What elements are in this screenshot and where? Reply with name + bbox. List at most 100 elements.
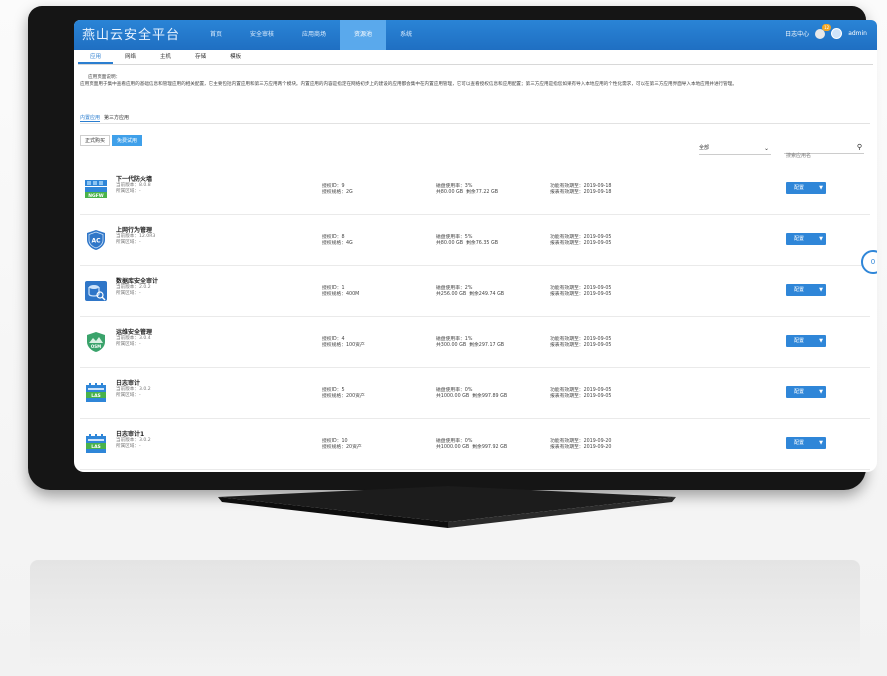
config-button[interactable]: 配置 ▼ bbox=[786, 335, 826, 347]
config-button[interactable]: 配置 ▼ bbox=[786, 182, 826, 194]
main-nav: 首页 安全审核 应用商场 资源池 系统 bbox=[196, 20, 426, 50]
disk-info: 磁盘使用率：2% 共256.00 GB 剩余249.74 GB bbox=[436, 286, 504, 298]
report-expire: 报表有效期至：2019-09-20 bbox=[550, 445, 612, 450]
caret-down-icon[interactable]: ▼ bbox=[819, 284, 823, 296]
disk-info: 磁盘使用率：5% 共80.00 GB 剩余76.35 GB bbox=[436, 235, 498, 247]
report-expire: 报表有效期至：2019-09-05 bbox=[550, 343, 612, 348]
nav-item-resource-pool[interactable]: 资源池 bbox=[340, 20, 387, 50]
search-input[interactable] bbox=[784, 150, 852, 162]
expiry-info: 功能有效期至：2019-09-18 报表有效期至：2019-09-18 bbox=[550, 184, 611, 196]
app-row-ac: AC 上网行为管理 当前版本：12.0R3 所属区域：- 授权ID：8 授权规格… bbox=[80, 215, 870, 266]
app-name: 上网行为管理 bbox=[116, 227, 153, 234]
nav-item-security-audit[interactable]: 安全审核 bbox=[236, 20, 288, 50]
nav-item-home[interactable]: 首页 bbox=[196, 20, 236, 50]
config-button[interactable]: 配置 ▼ bbox=[786, 284, 826, 296]
svg-text:AC: AC bbox=[91, 238, 101, 245]
config-button[interactable]: 配置 ▼ bbox=[786, 437, 826, 449]
app-meta: 当前版本：12.0R3 所属区域：- bbox=[116, 234, 155, 246]
app-zone: 所属区域：- bbox=[116, 444, 141, 449]
disk-left: 剩余997.89 GB bbox=[472, 394, 508, 399]
auth-spec: 授权规格：2G bbox=[322, 190, 353, 195]
app-meta: 当前版本：8.0.8 所属区域：- bbox=[116, 183, 151, 195]
expiry-info: 功能有效期至：2019-09-05 报表有效期至：2019-09-05 bbox=[550, 388, 611, 400]
app-name: 日志审计1 bbox=[116, 431, 145, 438]
database-audit-icon bbox=[85, 281, 107, 301]
caret-down-icon[interactable]: ▼ bbox=[819, 233, 823, 245]
disk-left: 剩余249.74 GB bbox=[469, 292, 505, 297]
category-tabs: 内置应用 第三方应用 bbox=[80, 114, 129, 122]
auth-spec: 授权规格：4G bbox=[322, 241, 353, 246]
auth-info: 授权ID：8 授权规格：4G bbox=[322, 235, 353, 247]
app-name: 下一代防火墙 bbox=[116, 176, 153, 183]
tab-network[interactable]: 网络 bbox=[113, 50, 148, 64]
app-meta: 当前版本：2.0.2 所属区域：- bbox=[116, 285, 151, 297]
caret-down-icon[interactable]: ▼ bbox=[819, 335, 823, 347]
disk-capacity: 共80.00 GB 剩余76.35 GB bbox=[436, 241, 498, 247]
filter-purchased-button[interactable]: 正式购买 bbox=[80, 135, 111, 146]
config-label: 配置 bbox=[794, 185, 805, 191]
caret-down-icon[interactable]: ▼ bbox=[819, 437, 823, 449]
license-filter: 正式购买 免费试用 bbox=[80, 135, 143, 146]
disk-capacity: 共300.00 GB 剩余297.17 GB bbox=[436, 343, 504, 349]
auth-info: 授权ID：4 授权规格：100资产 bbox=[322, 337, 365, 349]
report-expire: 报表有效期至：2019-09-18 bbox=[550, 190, 612, 195]
description-title: 应用页面说明： bbox=[88, 75, 121, 80]
chevron-down-icon: ⌄ bbox=[763, 145, 769, 152]
filter-trial-button[interactable]: 免费试用 bbox=[112, 135, 143, 146]
disk-left: 剩余997.92 GB bbox=[472, 445, 508, 450]
svg-text:NGFW: NGFW bbox=[88, 193, 104, 199]
disk-total: 共80.00 GB bbox=[436, 190, 464, 195]
disk-info: 磁盘使用率：1% 共300.00 GB 剩余297.17 GB bbox=[436, 337, 504, 349]
monitor-stand-neck bbox=[432, 488, 460, 502]
divider bbox=[80, 123, 870, 124]
app-zone: 所属区域：- bbox=[116, 393, 141, 398]
username[interactable]: admin bbox=[848, 30, 867, 37]
config-button[interactable]: 配置 ▼ bbox=[786, 233, 826, 245]
app-row-log-audit-1: LAS 日志审计1 当前版本：3.0.2 所属区域：- 授权ID：10 授权规格… bbox=[80, 419, 870, 470]
config-label: 配置 bbox=[794, 440, 805, 446]
tab-template[interactable]: 模板 bbox=[218, 50, 253, 64]
user-avatar-icon[interactable] bbox=[831, 28, 843, 39]
app-list: NGFW 下一代防火墙 当前版本：8.0.8 所属区域：- 授权ID：9 授权规… bbox=[80, 164, 870, 470]
app-meta: 当前版本：3.0.2 所属区域：- bbox=[116, 387, 151, 399]
header-right: 日志中心 12 admin bbox=[785, 23, 867, 39]
caret-down-icon[interactable]: ▼ bbox=[819, 182, 823, 194]
notification-badge: 12 bbox=[822, 23, 832, 31]
disk-total: 共1000.00 GB bbox=[436, 394, 470, 399]
config-button[interactable]: 配置 ▼ bbox=[786, 386, 826, 398]
caret-down-icon[interactable]: ▼ bbox=[819, 386, 823, 398]
app-zone: 所属区域：- bbox=[116, 189, 141, 194]
app-name: 数据库安全审计 bbox=[116, 278, 159, 285]
svg-text:LAS: LAS bbox=[91, 444, 101, 450]
auth-info: 授权ID：10 授权规格：20资产 bbox=[322, 439, 362, 451]
search-box: ⚲ bbox=[784, 142, 864, 162]
disk-capacity: 共1000.00 GB 剩余997.92 GB bbox=[436, 445, 507, 451]
tab-builtin-apps[interactable]: 内置应用 bbox=[80, 114, 101, 122]
nav-item-app-market[interactable]: 应用商场 bbox=[288, 20, 340, 50]
tab-third-party-apps[interactable]: 第三方应用 bbox=[104, 114, 129, 122]
tab-storage[interactable]: 存储 bbox=[183, 50, 218, 64]
log-center-link[interactable]: 日志中心 bbox=[785, 29, 809, 38]
monitor-screen: 燕山云安全平台 首页 安全审核 应用商场 资源池 系统 日志中心 12 admi… bbox=[74, 20, 877, 472]
las-calendar-icon: LAS bbox=[86, 383, 106, 402]
app-row-db-audit: 数据库安全审计 当前版本：2.0.2 所属区域：- 授权ID：1 授权规格：40… bbox=[80, 266, 870, 317]
disk-total: 共300.00 GB bbox=[436, 343, 467, 348]
las-calendar-icon: LAS bbox=[86, 434, 106, 453]
app-header: 燕山云安全平台 首页 安全审核 应用商场 资源池 系统 日志中心 12 admi… bbox=[74, 20, 877, 50]
app-zone: 所属区域：- bbox=[116, 240, 141, 245]
osm-icon: OSM bbox=[87, 332, 105, 352]
select-value: 全部 bbox=[699, 145, 710, 151]
auth-info: 授权ID：9 授权规格：2G bbox=[322, 184, 353, 196]
auth-info: 授权ID：1 授权规格：400M bbox=[322, 286, 359, 298]
monitor-reflection bbox=[30, 560, 860, 670]
monitor-bezel: 燕山云安全平台 首页 安全审核 应用商场 资源池 系统 日志中心 12 admi… bbox=[28, 6, 877, 490]
tab-application[interactable]: 应用 bbox=[78, 50, 114, 64]
status-select[interactable]: 全部 ⌄ bbox=[699, 143, 771, 155]
tab-host[interactable]: 主机 bbox=[148, 50, 183, 64]
config-label: 配置 bbox=[794, 236, 805, 242]
bell-icon[interactable]: 12 bbox=[815, 23, 832, 39]
nav-item-system[interactable]: 系统 bbox=[386, 20, 426, 50]
search-icon[interactable]: ⚲ bbox=[857, 143, 862, 151]
auth-spec: 授权规格：20资产 bbox=[322, 445, 362, 450]
expiry-info: 功能有效期至：2019-09-05 报表有效期至：2019-09-05 bbox=[550, 286, 611, 298]
